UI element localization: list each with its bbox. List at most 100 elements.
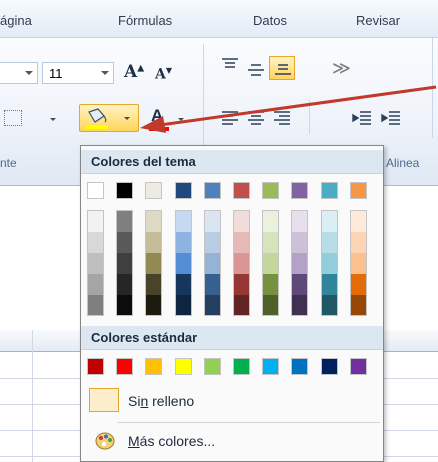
standard-color-swatch[interactable] [349,358,367,375]
theme-tint-swatch[interactable] [263,295,279,315]
theme-tint-column [349,210,367,316]
tab-page-layout[interactable]: ágina [0,13,32,28]
theme-tint-swatch[interactable] [263,232,279,253]
theme-tint-swatch[interactable] [117,232,133,253]
theme-tint-swatch[interactable] [146,274,162,295]
theme-tint-swatch[interactable] [88,253,103,274]
theme-color-swatch[interactable] [233,182,250,199]
theme-tint-swatch[interactable] [350,295,366,315]
theme-tint-swatch[interactable] [146,232,162,253]
increase-indent-icon[interactable] [381,110,401,126]
theme-tint-swatch[interactable] [350,253,366,274]
theme-tint-swatch[interactable] [204,295,220,315]
theme-color-swatch[interactable] [145,182,163,199]
theme-tint-swatch[interactable] [263,211,279,232]
theme-tint-swatch[interactable] [117,295,133,315]
theme-tint-swatch[interactable] [321,211,337,232]
standard-color-swatch[interactable] [174,358,192,375]
theme-tint-swatch[interactable] [292,232,308,253]
theme-color-swatch[interactable] [320,182,338,199]
theme-tint-swatch[interactable] [321,232,337,253]
theme-tint-swatch[interactable] [263,253,279,274]
theme-tint-swatch[interactable] [321,295,337,315]
theme-tint-swatch[interactable] [263,274,279,295]
theme-tint-swatch[interactable] [292,211,308,232]
theme-tint-swatch[interactable] [292,274,308,295]
standard-color-swatch[interactable] [87,358,104,375]
standard-color-swatch[interactable] [291,358,309,375]
borders-icon[interactable] [4,110,22,126]
theme-tint-swatch[interactable] [175,274,191,295]
fill-color-button[interactable] [79,104,139,132]
grow-font-icon[interactable]: A▲ [124,62,144,82]
group-separator [432,38,438,138]
theme-color-swatch[interactable] [349,182,367,199]
paint-bucket-icon [86,108,108,129]
grid-line [32,330,33,462]
theme-tint-swatch[interactable] [292,295,308,315]
theme-tint-swatch[interactable] [88,211,103,232]
theme-tint-swatch[interactable] [146,295,162,315]
standard-color-swatch[interactable] [233,358,250,375]
theme-tint-swatch[interactable] [117,211,133,232]
font-color-button[interactable]: A [146,106,186,132]
theme-tint-swatch[interactable] [88,295,103,315]
theme-tint-swatch[interactable] [175,295,191,315]
standard-color-swatch[interactable] [145,358,163,375]
theme-tint-swatch[interactable] [234,274,249,295]
theme-tint-swatch[interactable] [117,274,133,295]
align-middle-icon[interactable] [247,62,265,76]
align-bottom-button[interactable] [269,56,295,80]
theme-tint-swatch[interactable] [234,295,249,315]
theme-tint-swatch[interactable] [234,253,249,274]
align-left-icon[interactable] [221,110,239,126]
theme-color-swatch[interactable] [291,182,309,199]
align-right-icon[interactable] [273,110,291,126]
theme-tint-swatch[interactable] [117,253,133,274]
standard-color-swatch[interactable] [262,358,280,375]
theme-color-swatch[interactable] [116,182,134,199]
tab-data[interactable]: Datos [253,13,287,28]
theme-tint-swatch[interactable] [234,211,249,232]
theme-tint-swatch[interactable] [175,232,191,253]
standard-color-swatch[interactable] [116,358,134,375]
theme-tint-column [87,210,104,316]
theme-tint-swatch[interactable] [204,232,220,253]
theme-tint-swatch[interactable] [292,253,308,274]
decrease-indent-icon[interactable] [352,110,372,126]
theme-tint-swatch[interactable] [175,211,191,232]
align-bottom-icon [275,64,291,75]
no-fill-label: Sin relleno [128,393,195,409]
font-size-combo[interactable]: 11 [42,62,114,84]
theme-color-swatch[interactable] [87,182,104,199]
theme-tint-swatch[interactable] [321,274,337,295]
no-fill-item[interactable]: Sin relleno [85,384,379,418]
shrink-font-icon[interactable]: A▼ [155,65,172,83]
theme-tint-swatch[interactable] [88,232,103,253]
orientation-icon[interactable]: ≫ [332,58,351,79]
theme-tint-swatch[interactable] [175,253,191,274]
theme-tint-swatch[interactable] [88,274,103,295]
theme-tint-swatch[interactable] [204,253,220,274]
theme-tint-swatch[interactable] [146,211,162,232]
align-center-icon[interactable] [247,110,265,126]
theme-tint-swatch[interactable] [321,253,337,274]
chevron-down-icon[interactable] [50,118,56,121]
font-name-combo[interactable] [0,62,38,84]
theme-tint-swatch[interactable] [146,253,162,274]
theme-color-swatch[interactable] [262,182,280,199]
theme-color-swatch[interactable] [174,182,192,199]
theme-tint-swatch[interactable] [204,274,220,295]
standard-color-swatch[interactable] [320,358,338,375]
align-top-icon[interactable] [221,58,239,72]
theme-tint-swatch[interactable] [350,274,366,295]
theme-tint-swatch[interactable] [350,211,366,232]
tab-review[interactable]: Revisar [356,13,400,28]
standard-color-swatch[interactable] [203,358,221,375]
theme-color-swatch[interactable] [203,182,221,199]
theme-tint-swatch[interactable] [350,232,366,253]
theme-tint-swatch[interactable] [204,211,220,232]
more-colors-item[interactable]: Más colores... [85,424,379,458]
theme-tint-swatch[interactable] [234,232,249,253]
tab-formulas[interactable]: Fórmulas [118,13,172,28]
